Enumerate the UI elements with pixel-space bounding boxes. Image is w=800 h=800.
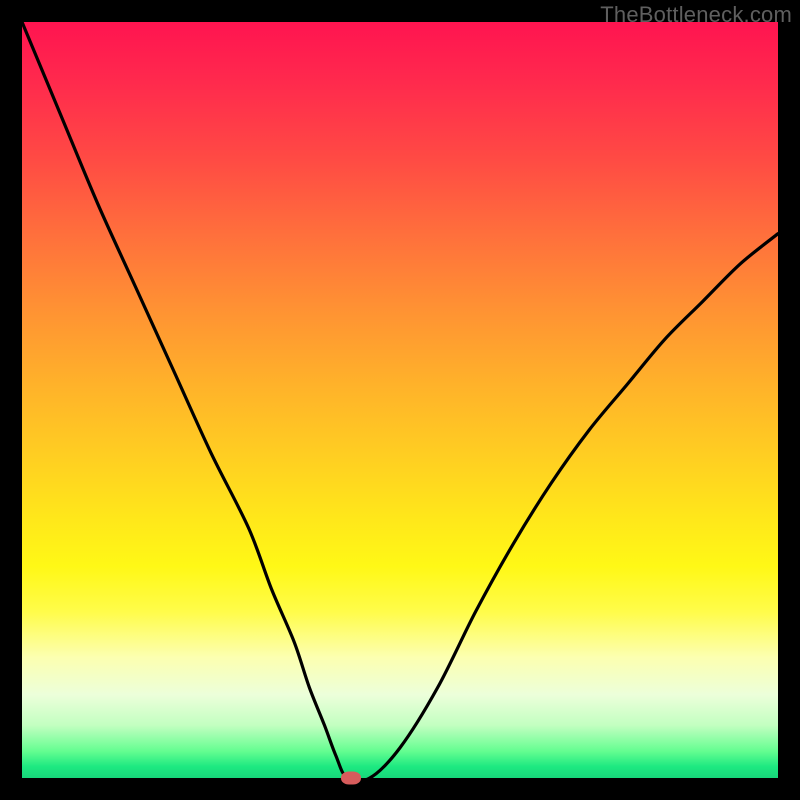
minimum-point-marker xyxy=(341,772,361,785)
bottleneck-curve xyxy=(22,22,778,778)
chart-plot-area xyxy=(22,22,778,778)
watermark-text: TheBottleneck.com xyxy=(600,2,792,28)
